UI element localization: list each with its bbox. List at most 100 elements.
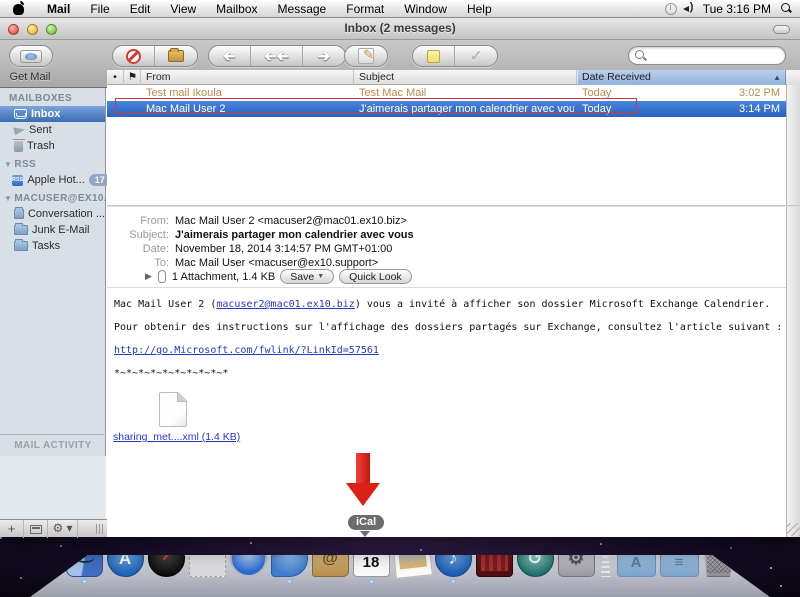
dock-dashboard-icon[interactable] <box>148 540 185 577</box>
search-input[interactable] <box>628 46 786 65</box>
body-text: ) vous a invité à afficher son dossier M… <box>355 299 770 310</box>
menu-format[interactable]: Format <box>336 0 394 18</box>
junk-button[interactable] <box>155 46 197 66</box>
spotlight-icon[interactable] <box>781 3 792 14</box>
sidebar-item-apple-hot[interactable]: RSS Apple Hot... 17 <box>0 172 105 188</box>
dock-itunes-icon[interactable]: ♪ <box>435 540 472 577</box>
list-scrollbar[interactable] <box>786 85 800 205</box>
get-mail-button[interactable] <box>9 45 53 67</box>
menu-mail[interactable]: Mail <box>37 0 80 18</box>
disclosure-triangle-icon[interactable]: ▼ <box>4 160 12 169</box>
tasks-label: Tasks <box>32 240 60 252</box>
desktop: A @ 18 ♪ ↺ ⚙ A ≡ <box>0 537 800 597</box>
forward-icon: ➔ <box>318 49 331 64</box>
dock-documents-folder-icon[interactable]: ≡ <box>660 547 699 577</box>
show-activity-button[interactable] <box>24 520 48 538</box>
disclosure-triangle-icon[interactable]: ▶ <box>145 271 152 282</box>
rss-section[interactable]: ▼ RSS <box>0 154 105 172</box>
attachment-summary: 1 Attachment, 1.4 KB <box>172 271 275 283</box>
body-text: Mac Mail User 2 ( <box>114 299 216 310</box>
menu-edit[interactable]: Edit <box>120 0 161 18</box>
attachment-file-icon[interactable] <box>159 392 187 427</box>
apple-hot-label: Apple Hot... <box>27 174 84 186</box>
mail-activity-header: MAIL ACTIVITY <box>0 440 106 451</box>
dock-applications-folder-icon[interactable]: A <box>617 547 656 577</box>
menu-mailbox[interactable]: Mailbox <box>206 0 267 18</box>
sidebar-item-conversation[interactable]: Conversation ... <box>0 206 105 222</box>
activity-viewer-icon <box>30 525 42 534</box>
column-unread[interactable]: • <box>107 70 124 85</box>
dock-time-machine-icon[interactable]: ↺ <box>517 540 554 577</box>
dock-trash-icon[interactable] <box>703 539 735 577</box>
volume-icon[interactable] <box>683 3 697 15</box>
action-menu-button[interactable]: ⚙ ▾ <box>48 520 78 538</box>
rss-header: RSS <box>14 159 36 170</box>
message-scrollbar[interactable] <box>786 207 800 537</box>
dock-iphoto-icon[interactable] <box>392 538 433 579</box>
todo-button[interactable]: ✓ <box>455 46 497 66</box>
window-resize-grip[interactable] <box>787 523 800 536</box>
account-section[interactable]: ▼ MACUSER@EX10... <box>0 188 105 206</box>
rss-icon: RSS <box>12 175 23 186</box>
toolbar-toggle-button[interactable] <box>773 25 790 34</box>
reply-all-button[interactable]: ➔➔ <box>251 46 303 66</box>
column-from[interactable]: From <box>142 70 354 85</box>
dock-photo-booth-icon[interactable] <box>476 540 513 577</box>
column-subject[interactable]: Subject <box>355 70 577 85</box>
date-label: Date: <box>107 243 169 255</box>
new-message-icon <box>358 48 374 64</box>
screen: Mail File Edit View Mailbox Message Form… <box>0 0 800 597</box>
dock-app-store-icon[interactable]: A <box>107 540 144 577</box>
sidebar-item-inbox[interactable]: Inbox <box>0 106 105 122</box>
column-scroll-corner <box>787 70 800 85</box>
dock-safari-icon[interactable] <box>230 540 267 577</box>
email-link[interactable]: macuser2@mac01.ex10.biz <box>216 299 354 310</box>
dock-finder-icon[interactable] <box>66 540 103 577</box>
get-mail-label: Get Mail <box>0 71 60 83</box>
dock-system-preferences-icon[interactable]: ⚙ <box>558 540 595 577</box>
sidebar-item-junk-email[interactable]: Junk E-Mail <box>0 222 105 238</box>
delete-junk-group <box>112 45 198 67</box>
note-button[interactable] <box>413 46 455 66</box>
apple-menu-icon[interactable] <box>12 2 25 15</box>
delete-button[interactable] <box>113 46 155 66</box>
menu-message[interactable]: Message <box>268 0 337 18</box>
annotation-red-box <box>115 98 637 114</box>
fwlink-link[interactable]: http://go.Microsoft.com/fwlink/?LinkId=5… <box>114 345 379 356</box>
reply-button[interactable]: ➔ <box>209 46 251 66</box>
menu-window[interactable]: Window <box>394 0 457 18</box>
save-attachment-button[interactable]: Save▼ <box>280 269 334 284</box>
attachment-link[interactable]: sharing_met....xml (1.4 KB) <box>113 431 240 443</box>
menubar-clock[interactable]: Tue 3:16 PM <box>703 2 771 16</box>
menu-help[interactable]: Help <box>457 0 502 18</box>
dropdown-arrow-icon: ▼ <box>317 270 324 284</box>
note-icon <box>427 50 440 63</box>
sent-icon <box>13 125 26 136</box>
column-date-received[interactable]: Date Received ▲ <box>578 70 786 85</box>
to-value: Mac Mail User <macuser@ex10.support> <box>175 257 378 269</box>
junk-icon <box>168 50 184 62</box>
forward-button[interactable]: ➔ <box>303 46 345 66</box>
menu-view[interactable]: View <box>160 0 206 18</box>
get-mail-icon <box>20 50 42 63</box>
time-machine-menu-icon[interactable] <box>665 3 677 15</box>
dock-ichat-icon[interactable] <box>271 540 308 577</box>
sidebar-item-trash[interactable]: Trash <box>0 138 105 154</box>
dock-address-book-icon[interactable]: @ <box>312 540 349 577</box>
disclosure-triangle-icon[interactable]: ▼ <box>4 194 12 203</box>
add-mailbox-button[interactable]: + <box>0 520 24 538</box>
quick-look-button[interactable]: Quick Look <box>339 269 412 284</box>
list-header: • ⚑ From Subject Date Received ▲ <box>107 70 800 85</box>
new-message-button[interactable] <box>344 45 388 67</box>
sent-label: Sent <box>29 124 52 136</box>
pane-resize-handle[interactable] <box>96 524 103 534</box>
title-bar[interactable]: Inbox (2 messages) <box>0 18 800 40</box>
dock-ical-icon[interactable]: 18 <box>353 540 390 577</box>
sidebar-item-tasks[interactable]: Tasks <box>0 238 105 254</box>
dock-mail-icon[interactable] <box>189 540 226 577</box>
divider <box>0 434 106 435</box>
divider <box>107 287 786 288</box>
sidebar-item-sent[interactable]: Sent <box>0 122 105 138</box>
column-flag[interactable]: ⚑ <box>125 70 141 85</box>
menu-file[interactable]: File <box>80 0 119 18</box>
